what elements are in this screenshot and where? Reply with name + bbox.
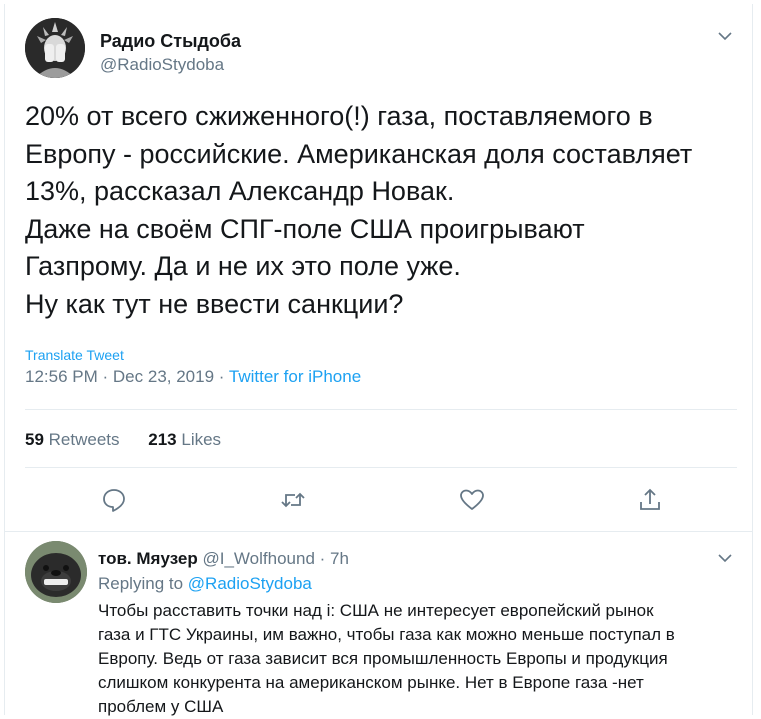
likes-stat[interactable]: 213 Likes xyxy=(148,430,221,450)
reply-text-line: газа и ГТС Украины, им важно, чтобы газа… xyxy=(98,625,675,644)
reply-author-name[interactable]: тов. Мяузер xyxy=(98,549,198,568)
retweets-stat[interactable]: 59 Retweets xyxy=(25,430,120,450)
tweet-time[interactable]: 12:56 PM xyxy=(25,367,98,386)
chevron-down-icon[interactable] xyxy=(717,28,733,44)
timeline-frame: Радио Стыдоба @RadioStydoba 20% от всего… xyxy=(4,4,753,716)
tweet-text-line: Ну как тут не ввести санкции? xyxy=(25,288,404,319)
divider xyxy=(5,531,752,532)
divider xyxy=(25,409,737,410)
like-icon[interactable] xyxy=(458,486,486,514)
reply-icon[interactable] xyxy=(100,486,128,514)
tweet-text-line: 20% от всего сжиженного(!) газа, поставл… xyxy=(25,101,653,131)
retweets-label: Retweets xyxy=(48,430,120,449)
tweet-meta: 12:56 PM · Dec 23, 2019 · Twitter for iP… xyxy=(25,367,361,387)
tweet-stats: 59 Retweets 213 Likes xyxy=(25,430,245,450)
avatar-statue-image xyxy=(25,18,85,78)
tweet-text-line: 13%, рассказал Александр Новак. xyxy=(25,176,455,206)
author-name[interactable]: Радио Стыдоба xyxy=(100,31,241,52)
reply-avatar[interactable] xyxy=(25,541,87,603)
share-icon[interactable] xyxy=(636,486,664,514)
retweet-icon[interactable] xyxy=(279,486,307,514)
tweet-text-line: Европу - российские. Американская доля с… xyxy=(25,138,693,169)
divider xyxy=(25,467,737,468)
meta-dot: · xyxy=(102,367,109,386)
author-handle[interactable]: @RadioStydoba xyxy=(100,55,224,75)
likes-label: Likes xyxy=(181,430,222,449)
reply-author-line: тов. Мяузер @I_Wolfhound · 7h xyxy=(98,549,349,569)
reply-author-handle[interactable]: @I_Wolfhound xyxy=(203,549,315,568)
retweets-count: 59 xyxy=(25,430,44,449)
replying-to-link[interactable]: @RadioStydoba xyxy=(188,574,312,593)
meta-dot: · xyxy=(218,367,225,386)
tweet-text: 20% от всего сжиженного(!) газа, поставл… xyxy=(25,98,745,323)
tweet-actions xyxy=(5,486,752,516)
reply-text-line: Европу. Ведь от газа зависит вся промышл… xyxy=(98,649,668,668)
avatar[interactable] xyxy=(25,18,85,78)
reply-text: Чтобы расставить точки над i: США не инт… xyxy=(98,599,748,719)
tweet-text-line: Даже на своём СПГ-поле США проигрывают xyxy=(25,213,585,244)
reply-text-line: слишком конкурента на американском рынке… xyxy=(98,673,644,692)
tweet-date[interactable]: Dec 23, 2019 xyxy=(113,367,214,386)
likes-count: 213 xyxy=(148,430,177,449)
avatar-dog-image xyxy=(25,541,87,603)
reply-time[interactable]: · 7h xyxy=(320,549,349,568)
translate-tweet-link[interactable]: Translate Tweet xyxy=(25,347,124,363)
chevron-down-icon[interactable] xyxy=(717,550,733,566)
reply-text-line: проблем у США xyxy=(98,697,224,716)
tweet-text-line: Газпрому. Да и не их это поле уже. xyxy=(25,251,461,281)
tweet-source-link[interactable]: Twitter for iPhone xyxy=(229,367,361,386)
main-tweet: Радио Стыдоба @RadioStydoba 20% от всего… xyxy=(5,4,752,524)
replying-prefix: Replying to xyxy=(98,574,184,593)
replying-to: Replying to @RadioStydoba xyxy=(98,574,312,594)
reply-text-line: Чтобы расставить точки над i: США не инт… xyxy=(98,601,654,620)
